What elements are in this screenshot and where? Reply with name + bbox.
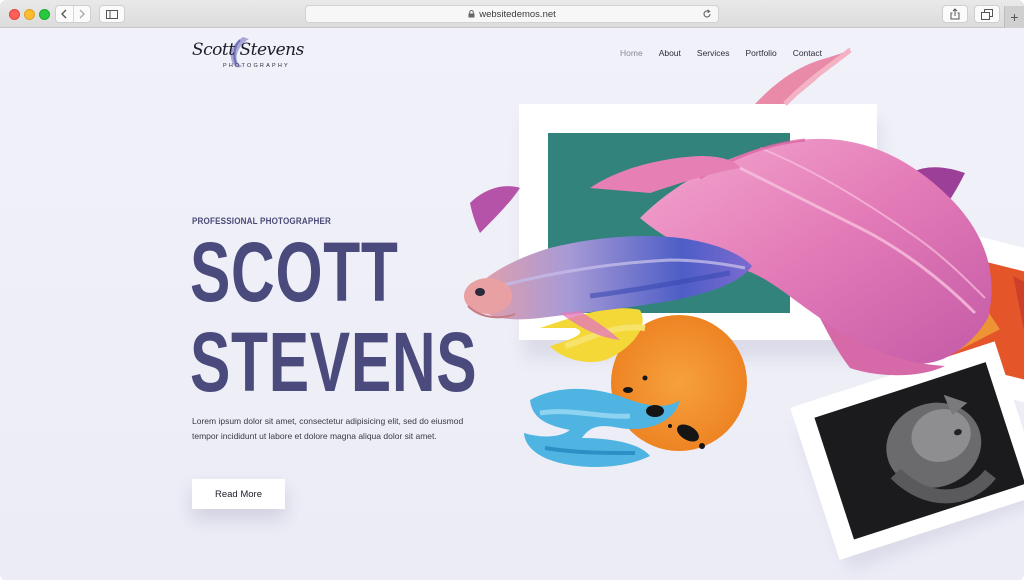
browser-toolbar: websitedemos.net +	[0, 0, 1024, 28]
logo-subtitle: PHOTOGRAPHY	[223, 63, 290, 69]
minimize-window-button[interactable]	[24, 9, 35, 20]
tabs-icon	[981, 8, 993, 20]
chevron-right-icon	[79, 9, 85, 19]
hero-headline-line1: SCOTT	[190, 225, 399, 319]
share-icon	[950, 8, 960, 20]
site-logo[interactable]: Scott Stevens PHOTOGRAPHY	[190, 36, 304, 72]
chevron-left-icon	[61, 9, 67, 19]
browser-window: websitedemos.net + Scott Stevens PHOTOGR…	[0, 0, 1024, 580]
url-text: websitedemos.net	[479, 8, 556, 20]
forward-button[interactable]	[72, 6, 91, 22]
new-tab-button[interactable]: +	[1004, 6, 1024, 28]
sidebar-icon	[106, 9, 118, 19]
read-more-button[interactable]: Read More	[192, 479, 285, 509]
close-window-button[interactable]	[9, 9, 20, 20]
share-button[interactable]	[942, 5, 968, 23]
lock-icon	[468, 10, 475, 18]
tabs-overview-button[interactable]	[974, 5, 1000, 23]
history-buttons	[55, 5, 91, 23]
address-bar[interactable]: websitedemos.net	[305, 5, 719, 23]
zoom-window-button[interactable]	[39, 9, 50, 20]
sidebar-toggle-button[interactable]	[99, 5, 125, 23]
logo-script-text: Scott Stevens	[192, 40, 304, 60]
hero-headline-line2: STEVENS	[190, 315, 478, 409]
hero-artwork	[464, 48, 1024, 571]
back-button[interactable]	[56, 6, 73, 22]
web-page: Scott Stevens PHOTOGRAPHY Home About Ser…	[0, 28, 1024, 580]
hero-body-text: Lorem ipsum dolor sit amet, consectetur …	[192, 416, 464, 441]
reload-icon[interactable]	[702, 9, 712, 22]
